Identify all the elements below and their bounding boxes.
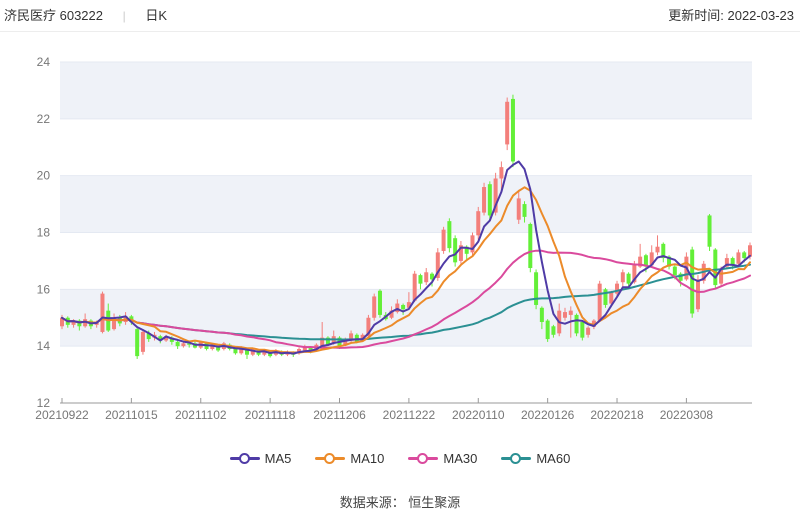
ma5-marker-icon (230, 452, 260, 466)
svg-text:20220126: 20220126 (521, 408, 575, 422)
axes (60, 398, 752, 403)
svg-text:20: 20 (37, 169, 51, 183)
svg-text:20211222: 20211222 (383, 408, 436, 422)
svg-text:20220110: 20220110 (452, 408, 505, 422)
svg-text:20220308: 20220308 (660, 408, 714, 422)
data-source-label: 数据来源： 恒生聚源 (0, 492, 800, 511)
svg-text:20220218: 20220218 (590, 408, 644, 422)
legend-item-ma30[interactable]: MA30 (408, 451, 477, 466)
legend-label-ma10: MA10 (350, 451, 384, 466)
svg-text:14: 14 (37, 339, 51, 353)
kline-chart-svg: 1214161820222420210922202110152021110220… (0, 0, 800, 440)
legend-label-ma30: MA30 (443, 451, 477, 466)
svg-text:20211206: 20211206 (313, 408, 366, 422)
ma30-marker-icon (408, 452, 438, 466)
svg-text:20211118: 20211118 (245, 408, 296, 422)
stock-chart-page: 济民医疗 603222 | 日K 更新时间: 2022-03-23 121416… (0, 0, 800, 517)
y-axis-labels: 12141618202224 (37, 55, 51, 410)
legend-label-ma60: MA60 (536, 451, 570, 466)
svg-text:16: 16 (37, 282, 51, 296)
x-axis-labels: 20210922 20211015 20211102 20211118 20211206… (35, 408, 713, 422)
svg-text:20210922: 20210922 (35, 408, 89, 422)
ma10-marker-icon (315, 452, 345, 466)
svg-text:20211015: 20211015 (105, 408, 158, 422)
ma60-marker-icon (501, 452, 531, 466)
svg-text:20211102: 20211102 (175, 408, 227, 422)
kline-chart-canvas[interactable]: 1214161820222420210922202110152021110220… (0, 0, 800, 440)
svg-text:22: 22 (37, 112, 51, 126)
svg-text:18: 18 (37, 226, 51, 240)
ma-legend: MA5 MA10 MA30 MA60 (0, 451, 800, 466)
legend-item-ma5[interactable]: MA5 (230, 451, 292, 466)
grid-bands (60, 62, 752, 346)
svg-text:24: 24 (37, 55, 51, 69)
legend-label-ma5: MA5 (265, 451, 292, 466)
legend-item-ma10[interactable]: MA10 (315, 451, 384, 466)
legend-item-ma60[interactable]: MA60 (501, 451, 570, 466)
